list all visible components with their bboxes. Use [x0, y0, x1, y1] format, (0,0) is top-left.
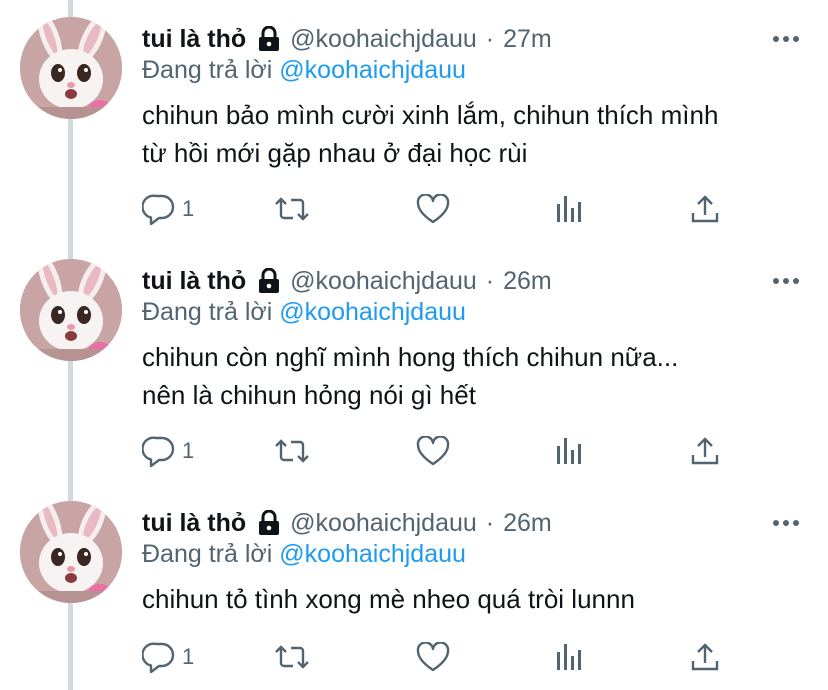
retweet-button[interactable] [274, 640, 310, 674]
timestamp[interactable]: 27m [503, 25, 552, 54]
tweet-header: tui là thỏ @koohaichjdauu · 27m [142, 22, 552, 56]
username[interactable]: @koohaichjdauu [290, 509, 477, 538]
reply-count: 1 [182, 644, 195, 669]
display-name[interactable]: tui là thỏ [142, 509, 246, 538]
tweet[interactable]: tui là thỏ @koohaichjdauu · 27m Đang trả… [0, 0, 828, 242]
avatar[interactable] [20, 501, 122, 603]
retweet-icon [274, 436, 310, 466]
tweet[interactable]: tui là thỏ @koohaichjdauu · 26m Đang trả… [0, 484, 828, 690]
display-name[interactable]: tui là thỏ [142, 267, 246, 296]
timestamp[interactable]: 26m [503, 509, 552, 538]
like-icon [416, 436, 450, 466]
tweet-header: tui là thỏ @koohaichjdauu · 26m [142, 506, 552, 540]
more-icon[interactable] [772, 30, 800, 42]
like-button[interactable] [416, 192, 450, 226]
replying-to-mention[interactable]: @koohaichjdauu [279, 56, 466, 84]
separator: · [485, 508, 495, 537]
like-button[interactable] [416, 434, 450, 468]
avatar[interactable] [20, 17, 122, 119]
replying-to-label: Đang trả lời [142, 298, 273, 326]
share-button[interactable] [690, 192, 720, 226]
share-icon [690, 194, 720, 224]
share-icon [690, 436, 720, 466]
reply-icon [142, 641, 176, 673]
lock-icon [258, 509, 280, 536]
like-icon [416, 642, 450, 672]
more-icon[interactable] [772, 514, 800, 526]
action-bar: 1 [142, 192, 742, 226]
tweet-text: chihun tỏ tình xong mè nheo quá tròi lun… [142, 580, 802, 618]
replying-to-mention[interactable]: @koohaichjdauu [279, 540, 466, 568]
share-button[interactable] [690, 640, 720, 674]
lock-icon [258, 267, 280, 294]
tweet[interactable]: tui là thỏ @koohaichjdauu · 26m Đang trả… [0, 242, 828, 484]
like-button[interactable] [416, 640, 450, 674]
replying-to-mention[interactable]: @koohaichjdauu [279, 298, 466, 326]
avatar[interactable] [20, 259, 122, 361]
share-icon [690, 642, 720, 672]
like-icon [416, 194, 450, 224]
reply-button[interactable]: 1 [142, 434, 194, 468]
views-button[interactable] [554, 434, 584, 468]
retweet-button[interactable] [274, 192, 310, 226]
tweet-header: tui là thỏ @koohaichjdauu · 26m [142, 264, 552, 298]
tweet-text-line: chihun tỏ tình xong mè nheo quá tròi lun… [142, 584, 635, 614]
reply-count: 1 [182, 438, 195, 463]
lock-icon [258, 25, 280, 52]
views-icon [554, 436, 584, 466]
more-icon[interactable] [772, 272, 800, 284]
username[interactable]: @koohaichjdauu [290, 25, 477, 54]
reply-icon [142, 435, 176, 467]
tweet-text-line: chihun còn nghĩ mình hong thích chihun n… [142, 342, 679, 372]
username[interactable]: @koohaichjdauu [290, 267, 477, 296]
retweet-icon [274, 194, 310, 224]
views-icon [554, 194, 584, 224]
display-name[interactable]: tui là thỏ [142, 25, 246, 54]
replying-to: Đang trả lời @koohaichjdauu [142, 298, 466, 327]
replying-to-label: Đang trả lời [142, 540, 273, 568]
reply-button[interactable]: 1 [142, 192, 194, 226]
tweet-text-line: nên là chihun hỏng nói gì hết [142, 380, 476, 410]
separator: · [485, 24, 495, 53]
tweet-text: chihun bảo mình cười xinh lắm, chihun th… [142, 96, 802, 172]
action-bar: 1 [142, 640, 742, 674]
timestamp[interactable]: 26m [503, 267, 552, 296]
views-icon [554, 642, 584, 672]
replying-to: Đang trả lời @koohaichjdauu [142, 56, 466, 85]
replying-to-label: Đang trả lời [142, 56, 273, 84]
tweet-text: chihun còn nghĩ mình hong thích chihun n… [142, 338, 802, 414]
reply-count: 1 [182, 196, 195, 221]
reply-icon [142, 193, 176, 225]
replying-to: Đang trả lời @koohaichjdauu [142, 540, 466, 569]
reply-button[interactable]: 1 [142, 640, 194, 674]
views-button[interactable] [554, 640, 584, 674]
retweet-button[interactable] [274, 434, 310, 468]
separator: · [485, 266, 495, 295]
retweet-icon [274, 642, 310, 672]
tweet-text-line: chihun bảo mình cười xinh lắm, chihun th… [142, 100, 719, 130]
action-bar: 1 [142, 434, 742, 468]
share-button[interactable] [690, 434, 720, 468]
tweet-text-line: từ hồi mới gặp nhau ở đại học rùi [142, 138, 528, 168]
views-button[interactable] [554, 192, 584, 226]
